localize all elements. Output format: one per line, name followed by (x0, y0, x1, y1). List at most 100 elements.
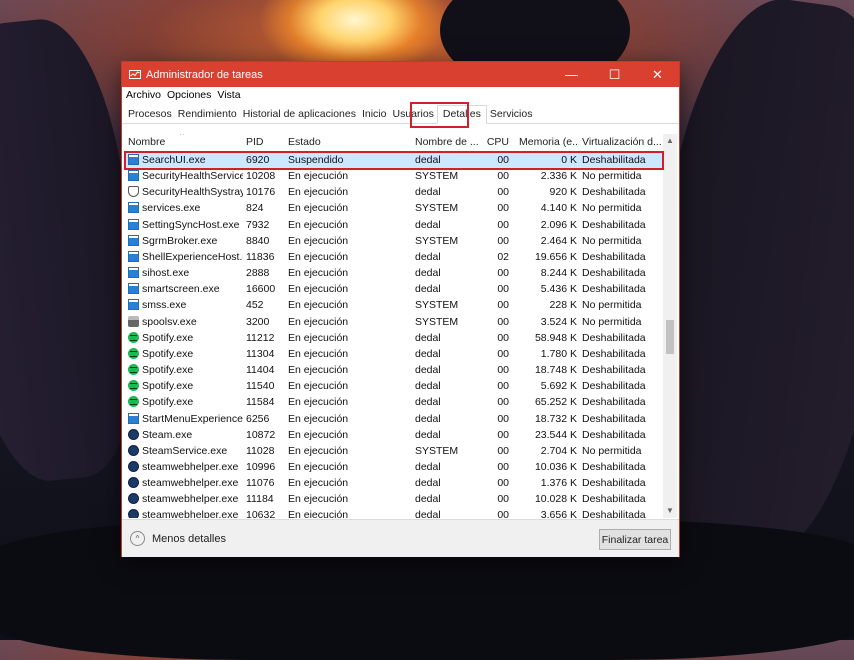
menu-archivo[interactable]: Archivo (126, 89, 161, 101)
table-row[interactable]: steamwebhelper.exe 10632 En ejecución dedal… (125, 507, 663, 518)
cell-user: dedal (415, 493, 441, 506)
maximize-button[interactable]: ☐ (593, 62, 636, 87)
table-row[interactable]: SettingSyncHost.exe 7932 En ejecución dedal… (125, 217, 663, 233)
cell-user: SYSTEM (415, 234, 459, 247)
column-header-cpu[interactable]: CPU (483, 134, 509, 151)
cell-pid: 824 (246, 202, 264, 215)
column-header-memoria[interactable]: Memoria (e... (519, 134, 579, 151)
app-icon (128, 299, 139, 311)
table-row[interactable]: SecurityHealthService... 10208 En ejecució… (125, 168, 663, 184)
cell-name: spoolsv.exe (128, 314, 243, 330)
tab-procesos[interactable]: Procesos (125, 108, 175, 123)
scroll-thumb[interactable] (666, 320, 674, 354)
table-row[interactable]: Spotify.exe 11584 En ejecución dedal 00 65.25… (125, 394, 663, 410)
table-row[interactable]: smartscreen.exe 16600 En ejecución dedal 00 5… (125, 281, 663, 297)
table-row[interactable]: StartMenuExperience... 6256 En ejecución de… (125, 411, 663, 427)
cell-pid: 10176 (246, 186, 276, 199)
tab-rendimiento[interactable]: Rendimiento (175, 108, 240, 123)
table-row[interactable]: Spotify.exe 11304 En ejecución dedal 00 1.780… (125, 346, 663, 362)
tab-servicios[interactable]: Servicios (487, 108, 536, 123)
app-icon (128, 412, 139, 424)
cell-cpu: 00 (497, 202, 509, 215)
cell-user: dedal (415, 331, 441, 344)
column-header-nombre[interactable]: Nombre (128, 134, 238, 151)
column-header-virtualizacion[interactable]: Virtualización d... (582, 134, 662, 151)
table-row[interactable]: spoolsv.exe 3200 En ejecución SYSTEM 00 3.524… (125, 314, 663, 330)
cell-virt: Deshabilitada (582, 493, 646, 506)
cell-mem: 228 K (549, 299, 577, 312)
table-row[interactable]: Spotify.exe 11212 En ejecución dedal 00 58.94… (125, 330, 663, 346)
cell-name: Steam.exe (128, 427, 243, 443)
app-icon (128, 218, 139, 230)
process-name: Spotify.exe (142, 396, 194, 409)
cell-user: SYSTEM (415, 315, 459, 328)
spotify-icon (128, 396, 139, 408)
menu-vista[interactable]: Vista (217, 89, 240, 101)
steam-icon (128, 444, 139, 456)
scroll-down-icon[interactable]: ▼ (663, 504, 677, 518)
cell-name: steamwebhelper.exe (128, 459, 243, 475)
spotify-icon (128, 347, 139, 359)
column-header-estado[interactable]: Estado (288, 134, 408, 151)
cell-user: dedal (415, 364, 441, 377)
cell-cpu: 00 (497, 234, 509, 247)
close-button[interactable]: ✕ (636, 62, 679, 87)
highlight-detalles-tab (410, 102, 469, 128)
table-row[interactable]: steamwebhelper.exe 11076 En ejecución dedal… (125, 475, 663, 491)
cell-status: En ejecución (288, 380, 349, 393)
cell-pid: 10996 (246, 460, 276, 473)
table-row[interactable]: Steam.exe 10872 En ejecución dedal 00 23.544 … (125, 427, 663, 443)
cell-virt: Deshabilitada (582, 218, 646, 231)
process-name: steamwebhelper.exe (142, 493, 239, 506)
cell-status: En ejecución (288, 412, 349, 425)
app-icon (128, 234, 139, 246)
spotify-icon (128, 364, 139, 376)
cell-mem: 5.436 K (540, 283, 577, 296)
cell-cpu: 02 (497, 250, 509, 263)
scroll-up-icon[interactable]: ▲ (663, 134, 677, 148)
cell-mem: 2.464 K (540, 234, 577, 247)
cell-user: SYSTEM (415, 202, 459, 215)
cell-virt: Deshabilitada (582, 380, 646, 393)
cell-name: SgrmBroker.exe (128, 233, 243, 249)
column-header-pid[interactable]: PID (246, 134, 282, 151)
table-row[interactable]: ShellExperienceHost.e...11836 En ejecució… (125, 249, 663, 265)
cell-pid: 16600 (246, 283, 276, 296)
table-row[interactable]: sihost.exe 2888 En ejecución dedal 00 8.244 K… (125, 265, 663, 281)
table-row[interactable]: Spotify.exe 11404 En ejecución dedal 00 18.74… (125, 362, 663, 378)
table-row[interactable]: steamwebhelper.exe 10996 En ejecución dedal… (125, 459, 663, 475)
vertical-scrollbar[interactable]: ▲ ▼ (663, 134, 677, 518)
table-row[interactable]: Spotify.exe 11540 En ejecución dedal 00 5.692… (125, 378, 663, 394)
end-task-button[interactable]: Finalizar tarea (599, 529, 671, 550)
cell-user: dedal (415, 283, 441, 296)
less-details-link[interactable]: ^ Menos detalles (130, 531, 226, 546)
cell-name: Spotify.exe (128, 346, 243, 362)
cell-mem: 19.656 K (534, 250, 577, 263)
cell-cpu: 00 (497, 364, 509, 377)
table-row[interactable]: SteamService.exe 11028 En ejecución SYSTEM 0… (125, 443, 663, 459)
tab-bar: Procesos Rendimiento Historial de aplica… (122, 103, 679, 124)
tab-historial[interactable]: Historial de aplicaciones (240, 108, 359, 123)
printer-icon (128, 315, 139, 327)
app-icon (128, 283, 139, 295)
title-bar[interactable]: Administrador de tareas — ☐ ✕ (122, 62, 679, 87)
cell-user: SYSTEM (415, 299, 459, 312)
table-row[interactable]: SecurityHealthSystray... 10176 En ejecució… (125, 184, 663, 200)
cell-virt: No permitida (582, 234, 642, 247)
steam-icon (128, 477, 139, 489)
minimize-button[interactable]: — (550, 62, 593, 87)
cell-status: En ejecución (288, 444, 349, 457)
table-row[interactable]: smss.exe 452 En ejecución SYSTEM 00 228 K No p… (125, 297, 663, 313)
column-header-usuario[interactable]: Nombre de ... (415, 134, 481, 151)
tab-inicio[interactable]: Inicio (359, 108, 390, 123)
table-row[interactable]: services.exe 824 En ejecución SYSTEM 00 4.140… (125, 200, 663, 216)
process-name: smss.exe (142, 299, 187, 312)
table-row[interactable]: SgrmBroker.exe 8840 En ejecución SYSTEM 00 2.… (125, 233, 663, 249)
cell-status: En ejecución (288, 218, 349, 231)
cell-pid: 10208 (246, 170, 276, 183)
cell-virt: Deshabilitada (582, 347, 646, 360)
table-row[interactable]: steamwebhelper.exe 11184 En ejecución dedal… (125, 491, 663, 507)
cell-status: En ejecución (288, 509, 349, 518)
process-name: steamwebhelper.exe (142, 509, 239, 518)
menu-opciones[interactable]: Opciones (167, 89, 211, 101)
